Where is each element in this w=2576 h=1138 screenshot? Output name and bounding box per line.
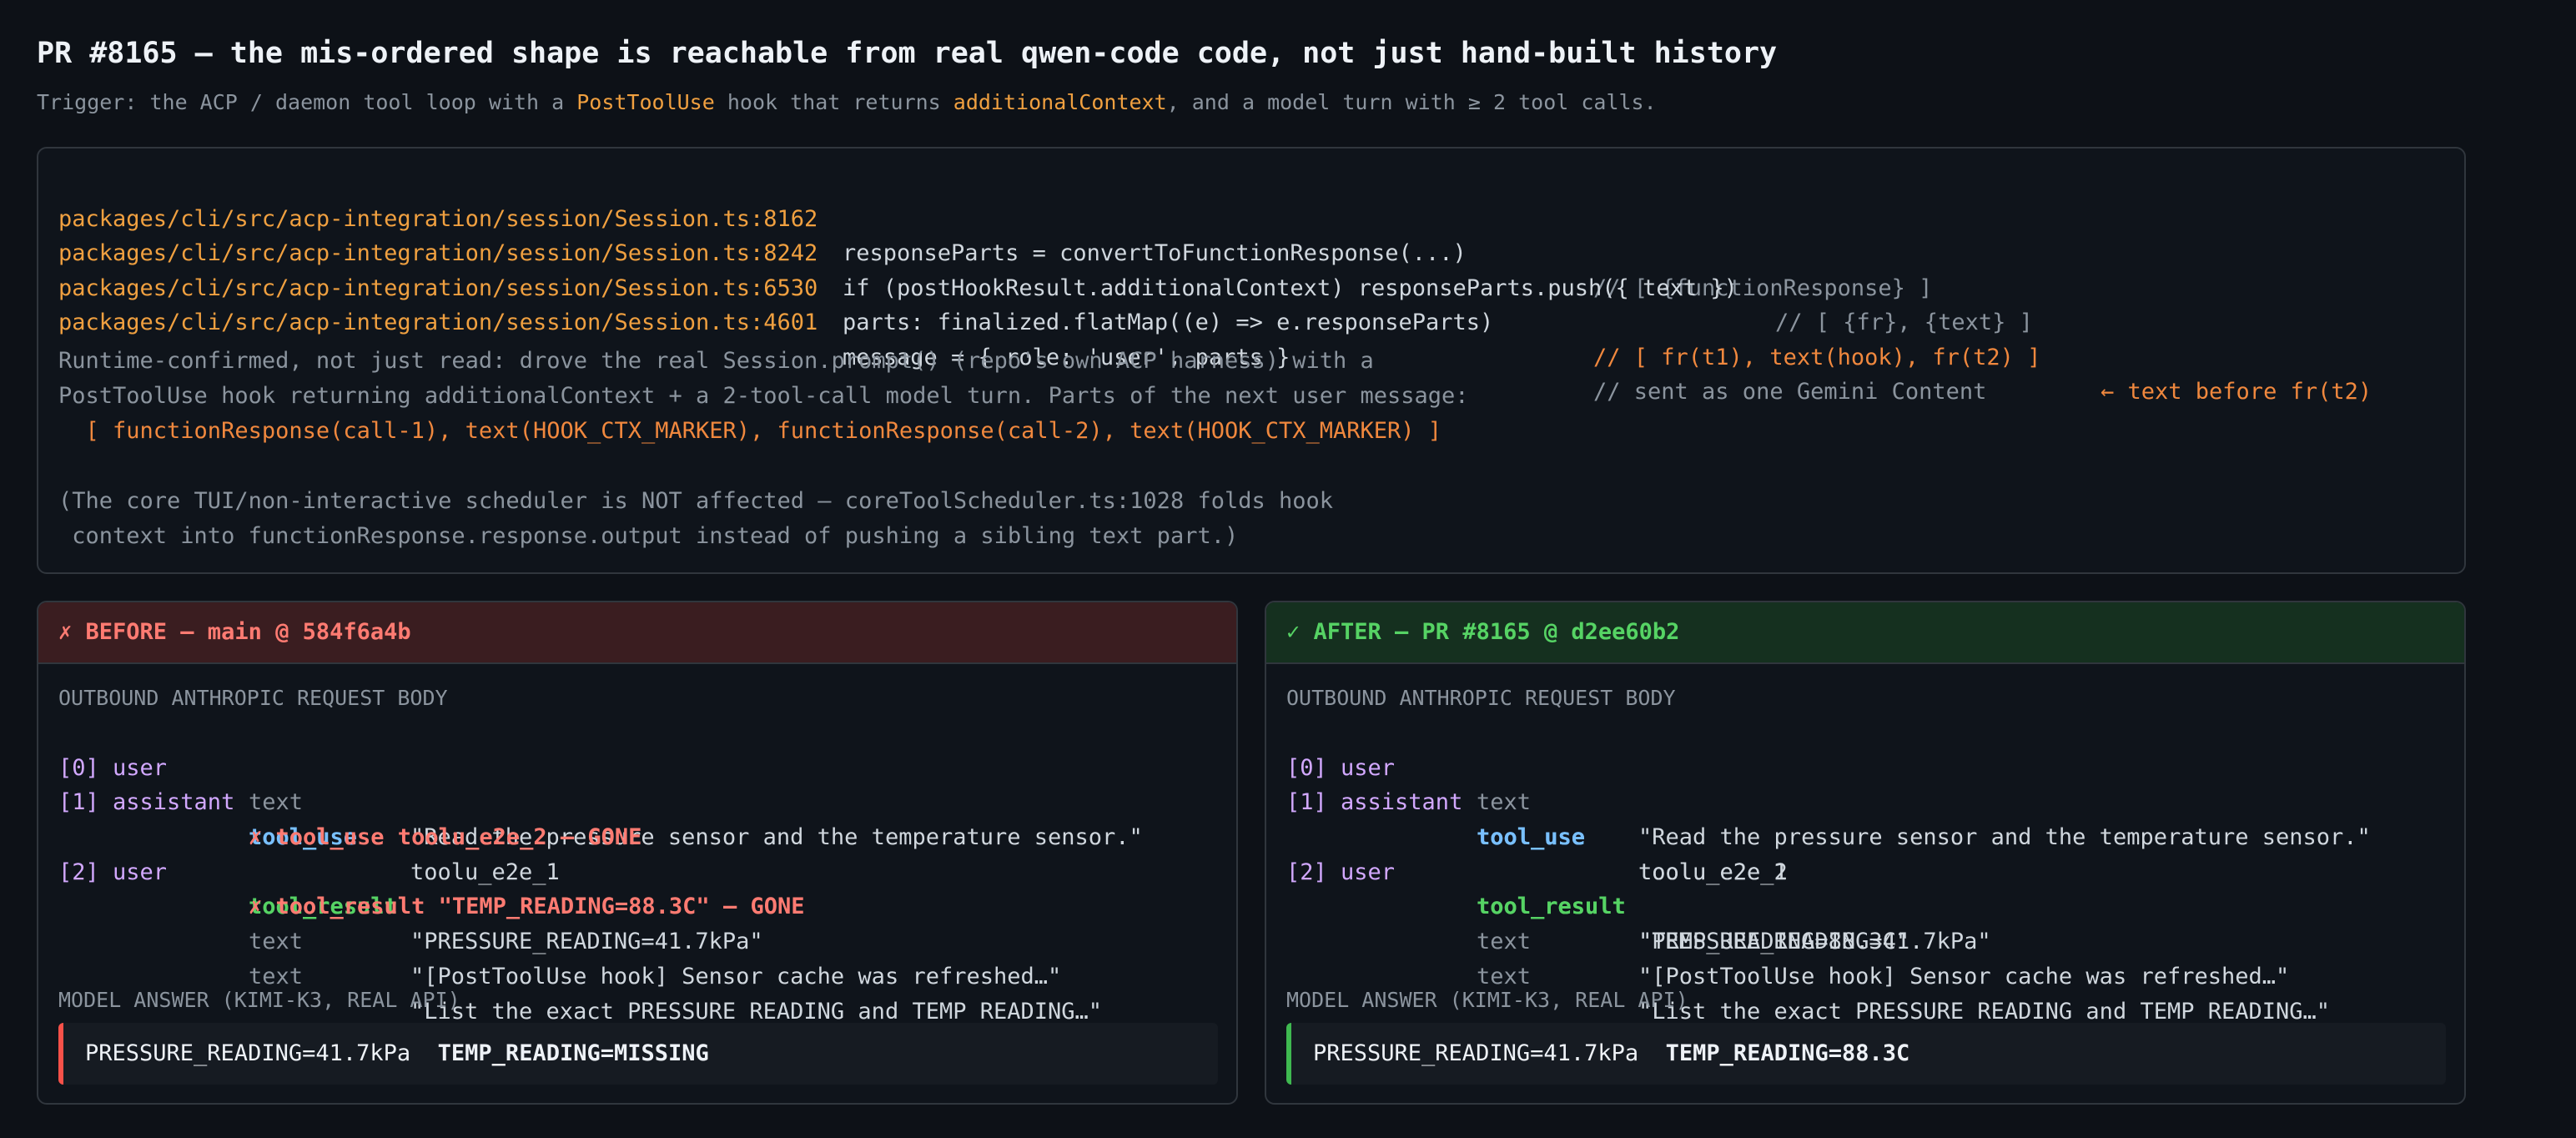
code-line: packages/cli/src/acp-integration/session…: [58, 202, 2444, 335]
page-title: PR #8165 — the mis-ordered shape is reac…: [37, 37, 1778, 70]
content-value: "[PostToolUse hook] Sensor cache was ref…: [1638, 963, 2290, 989]
after-panel-header: ✓ AFTER — PR #8165 @ d2ee60b2: [1266, 602, 2464, 664]
code-line: packages/cli/src/acp-integration/session…: [58, 271, 2444, 405]
subtitle-text: , and a model turn with ≥ 2 tool calls.: [1166, 90, 1657, 114]
code-comment: // sent as one Gemini Content: [1593, 379, 1987, 405]
subtitle-highlight-context: additionalContext: [953, 90, 1167, 114]
scheduler-note-line: context into functionResponse.response.o…: [58, 523, 1239, 549]
answer-temperature: TEMP_READING=MISSING: [437, 1040, 709, 1066]
message-parts-line: [ functionResponse(call-1), text(HOOK_CT…: [58, 418, 1442, 444]
after-panel: ✓ AFTER — PR #8165 @ d2ee60b2 OUTBOUND A…: [1265, 601, 2466, 1105]
code-line: packages/cli/src/acp-integration/session…: [58, 167, 2444, 301]
model-answer-box: PRESSURE_READING=41.7kPa TEMP_READING=88…: [1286, 1023, 2446, 1085]
message-row: tool_use toolu_e2e_2: [1286, 785, 2454, 885]
code-statement: parts: finalized.flatMap((e) => e.respon…: [843, 310, 1494, 335]
scheduler-note-line: (The core TUI/non-interactive scheduler …: [58, 488, 1334, 514]
message-row: text "[PostToolUse hook] Sensor cache wa…: [1286, 889, 2454, 989]
request-body-label: OUTBOUND ANTHROPIC REQUEST BODY: [58, 686, 448, 710]
message-row: text "List the exact PRESSURE_READING an…: [58, 924, 1226, 1025]
answer-temperature: TEMP_READING=88.3C: [1665, 1040, 1910, 1066]
message-row: text "[PostToolUse hook] Sensor cache wa…: [58, 889, 1226, 989]
message-row: [0] user text "Read the pressure sensor …: [58, 716, 1226, 850]
message-row: [1] assistant tool_use toolu_e2e_1: [58, 751, 1226, 884]
code-comment: // [ {fr}, {text} ]: [1775, 310, 2033, 335]
missing-block-row: ✗ tool_result "TEMP_READING=88.3C" — GON…: [58, 855, 1226, 919]
subtitle-text: Trigger: the ACP / daemon tool loop with…: [37, 90, 577, 114]
subtitle-text: hook that returns: [714, 90, 953, 114]
source-path-link[interactable]: packages/cli/src/acp-integration/session…: [58, 305, 818, 340]
request-body-label: OUTBOUND ANTHROPIC REQUEST BODY: [1286, 686, 1676, 710]
message-row: [2] user tool_result "PRESSURE_READING=4…: [58, 820, 1226, 954]
before-panel: ✗ BEFORE — main @ 584f6a4b OUTBOUND ANTH…: [37, 601, 1238, 1105]
answer-pressure: PRESSURE_READING=41.7kPa: [1313, 1040, 1639, 1066]
model-answer-label: MODEL ANSWER (KIMI-K3, REAL API): [58, 988, 460, 1012]
missing-block-row: ✗ tool_use toolu_e2e_2 — GONE: [58, 785, 1226, 850]
runtime-note-line: PostToolUse hook returning additionalCon…: [58, 383, 1469, 409]
runtime-note-line: Runtime-confirmed, not just read: drove …: [58, 348, 1374, 374]
request-body-rows: [0] user text "Read the pressure sensor …: [58, 716, 1226, 1025]
code-comment: // [ fr(t1), text(hook), fr(t2) ]: [1593, 344, 2041, 370]
message-row: text "List the exact PRESSURE_READING an…: [1286, 924, 2454, 1025]
content-value: "[PostToolUse hook] Sensor cache was ref…: [410, 963, 1062, 989]
subtitle-highlight-hook: PostToolUse: [576, 90, 715, 114]
message-row: [0] user text "Read the pressure sensor …: [1286, 716, 2454, 850]
code-lines: packages/cli/src/acp-integration/session…: [58, 167, 2444, 405]
before-panel-header: ✗ BEFORE — main @ 584f6a4b: [38, 602, 1236, 664]
message-row: [1] assistant tool_use toolu_e2e_1: [1286, 751, 2454, 884]
page-subtitle: Trigger: the ACP / daemon tool loop with…: [37, 90, 1657, 114]
request-body-rows: [0] user text "Read the pressure sensor …: [1286, 716, 2454, 1025]
code-line: packages/cli/src/acp-integration/session…: [58, 236, 2444, 405]
message-row: [2] user tool_result "PRESSURE_READING=4…: [1286, 820, 2454, 954]
message-row: tool_result "TEMP_READING=88.3C": [1286, 855, 2454, 954]
code-evidence-box: packages/cli/src/acp-integration/session…: [37, 147, 2466, 574]
model-answer-label: MODEL ANSWER (KIMI-K3, REAL API): [1286, 988, 1688, 1012]
answer-pressure: PRESSURE_READING=41.7kPa: [85, 1040, 411, 1066]
order-warning-annotation: ← text before fr(t2): [2101, 379, 2372, 405]
model-answer-box: PRESSURE_READING=41.7kPa TEMP_READING=MI…: [58, 1023, 1218, 1085]
